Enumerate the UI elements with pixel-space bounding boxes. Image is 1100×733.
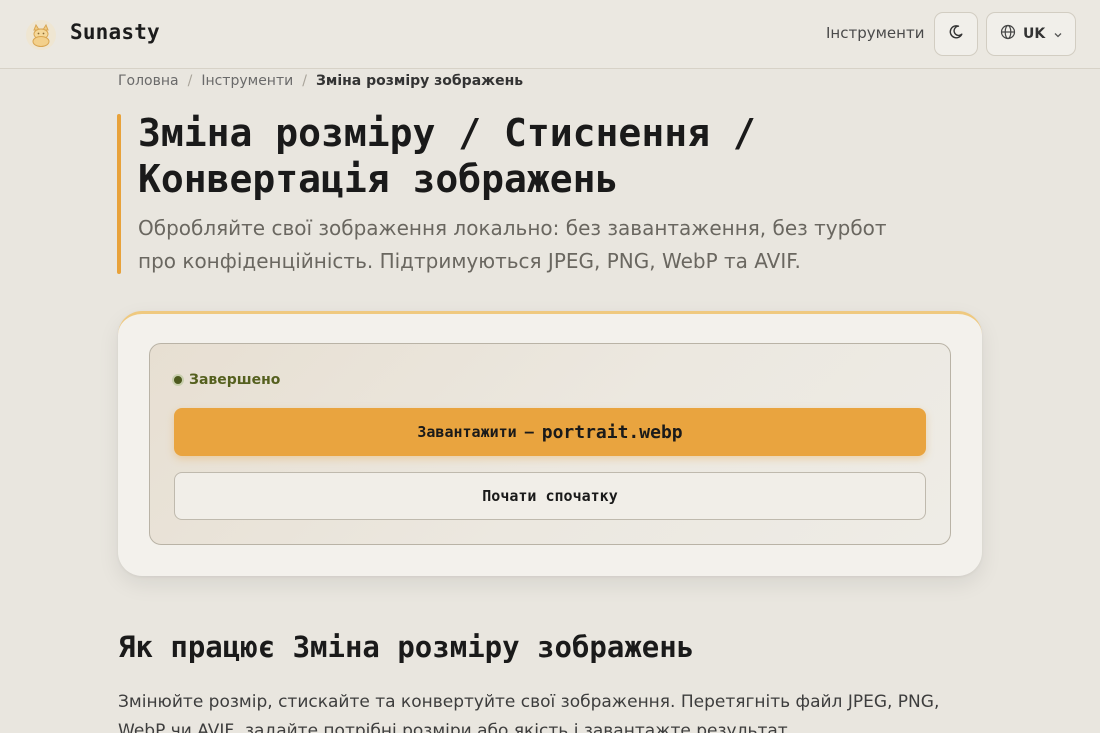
globe-icon: [1000, 24, 1016, 44]
brand-name[interactable]: Sunasty: [70, 20, 160, 44]
breadcrumb-current: Зміна розміру зображень: [315, 73, 524, 89]
chevron-down-icon: [1053, 25, 1063, 44]
breadcrumb-home[interactable]: Головна: [118, 73, 179, 89]
download-label: Завантажити: [417, 423, 517, 441]
status-dot-icon: [172, 374, 184, 386]
cat-logo-icon[interactable]: [25, 19, 57, 51]
breadcrumb: Головна / Інструменти / Зміна розміру зо…: [118, 73, 523, 89]
download-button[interactable]: Завантажити — portrait.webp: [174, 408, 926, 456]
page-title: Зміна розміру / Стиснення / Конвертація …: [138, 111, 756, 201]
moon-icon: [948, 24, 964, 44]
theme-toggle-button[interactable]: [934, 12, 978, 56]
language-select[interactable]: UK: [986, 12, 1076, 56]
restart-button[interactable]: Почати спочатку: [174, 472, 926, 520]
section-text: Змінюйте розмір, стискайте та конвертуйт…: [118, 692, 940, 733]
page-subtitle: Обробляйте свої зображення локально: без…: [138, 216, 887, 273]
result-panel: Завершено Завантажити — portrait.webp По…: [149, 343, 951, 545]
language-code: UK: [1023, 26, 1046, 42]
breadcrumb-tools[interactable]: Інструменти: [201, 73, 293, 89]
section-title: Як працює Зміна розміру зображень: [118, 630, 695, 664]
download-file-name: portrait.webp: [541, 421, 683, 443]
download-separator: —: [524, 423, 534, 441]
status-badge: Завершено: [172, 372, 280, 388]
top-header: Sunasty Інструменти UK: [0, 0, 1100, 69]
nav-tools-link[interactable]: Інструменти: [826, 24, 924, 42]
tool-card: Завершено Завантажити — portrait.webp По…: [118, 311, 982, 576]
hero-accent-bar: [117, 114, 121, 274]
status-label: Завершено: [189, 372, 281, 388]
breadcrumb-separator: /: [302, 73, 307, 89]
breadcrumb-separator: /: [187, 73, 193, 89]
